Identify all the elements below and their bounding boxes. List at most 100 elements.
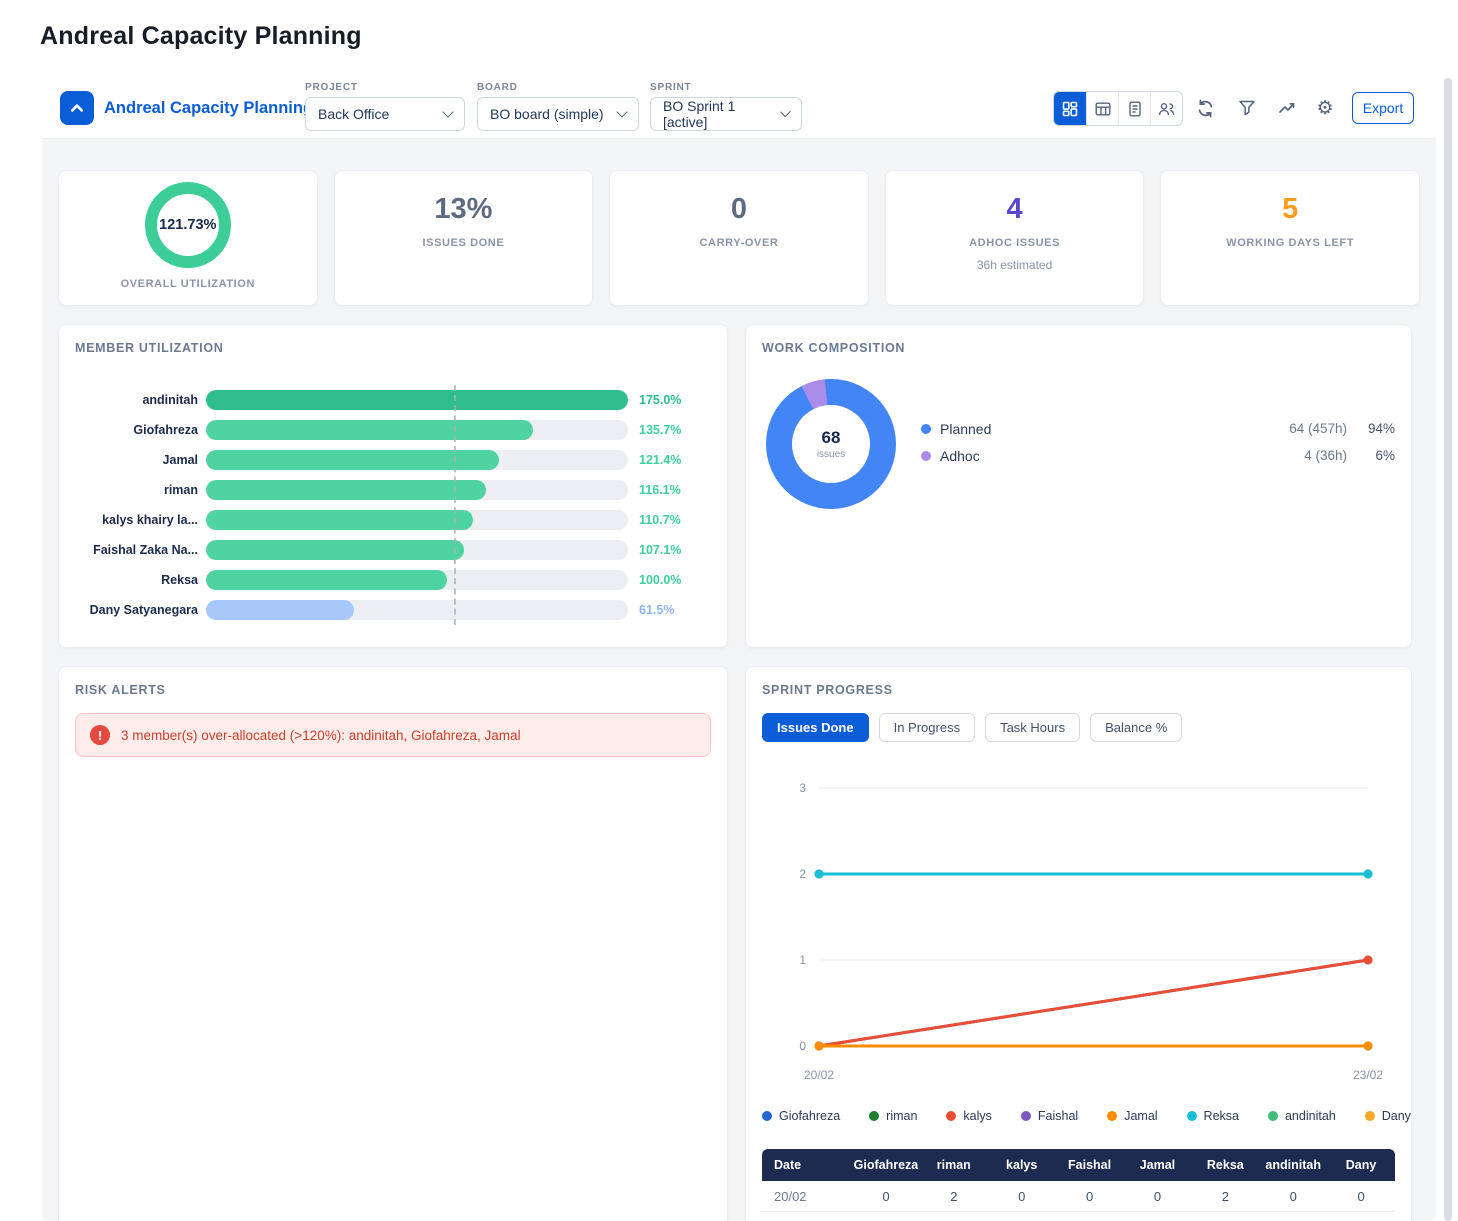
sprint-progress-line-chart: 012320/0223/02 bbox=[762, 767, 1397, 1097]
series-point-Reksa bbox=[1364, 870, 1373, 879]
table-header-cell: Faishal bbox=[1056, 1158, 1124, 1172]
utilization-bar-fill bbox=[206, 390, 628, 410]
utilization-bar-track bbox=[206, 510, 628, 530]
sprint-progress-table: DateGiofahrezarimankalysFaishalJamalReks… bbox=[762, 1149, 1395, 1221]
sprint-label: SPRINT bbox=[650, 82, 802, 93]
adhoc-percent: 6% bbox=[1347, 448, 1395, 463]
chevron-down-icon bbox=[616, 106, 627, 117]
legend-dot-icon bbox=[1107, 1111, 1117, 1121]
tab-balance-[interactable]: Balance % bbox=[1090, 713, 1182, 742]
utilization-value-label: 100.0% bbox=[639, 573, 681, 587]
sprint-select[interactable]: BO Sprint 1 [active] bbox=[650, 97, 802, 131]
working-days-left-label: WORKING DAYS LEFT bbox=[1226, 237, 1354, 249]
table-cell: 0 bbox=[1124, 1189, 1192, 1204]
project-select-value: Back Office bbox=[318, 106, 389, 122]
board-select[interactable]: BO board (simple) bbox=[477, 97, 639, 131]
legend-dot-icon bbox=[869, 1111, 879, 1121]
utilization-bar-fill bbox=[206, 510, 473, 530]
table-header-cell: Giofahreza bbox=[852, 1158, 920, 1172]
work-composition-legend: Planned 64 (457h) 94% Adhoc 4 (36h) 6% bbox=[921, 415, 1395, 469]
dashboard-page: Andreal Capacity Planning Andreal Capaci… bbox=[0, 0, 1458, 1221]
utilization-value-label: 61.5% bbox=[639, 603, 674, 617]
work-composition-donut: 68 issues bbox=[766, 379, 896, 509]
adhoc-issues-value: 4 bbox=[1007, 193, 1023, 226]
svg-text:20/02: 20/02 bbox=[804, 1068, 834, 1082]
legend-name: Giofahreza bbox=[779, 1109, 840, 1123]
vertical-scrollbar[interactable] bbox=[1444, 78, 1452, 1221]
carry-over-value: 0 bbox=[731, 193, 747, 226]
risk-alerts-card: RISK ALERTS ! 3 member(s) over-allocated… bbox=[58, 666, 728, 1221]
legend-dot-icon bbox=[1187, 1111, 1197, 1121]
utilization-row: kalys khairy la...110.7% bbox=[59, 505, 727, 535]
member-name-label: kalys khairy la... bbox=[59, 513, 206, 527]
dashboard-view-button[interactable] bbox=[1054, 92, 1086, 125]
work-composition-card: WORK COMPOSITION 68 issues Planned 64 (4… bbox=[745, 324, 1412, 648]
legend-item-riman: riman bbox=[869, 1109, 917, 1123]
carry-over-label: CARRY-OVER bbox=[700, 237, 779, 249]
toolbar: Andreal Capacity Planning PROJECT Back O… bbox=[42, 78, 1436, 139]
legend-name: andinitah bbox=[1285, 1109, 1336, 1123]
table-cell: 0 bbox=[1259, 1189, 1327, 1204]
tab-task-hours[interactable]: Task Hours bbox=[985, 713, 1080, 742]
filter-icon[interactable] bbox=[1233, 94, 1261, 122]
table-view-button[interactable] bbox=[1086, 92, 1118, 125]
legend-name: Faishal bbox=[1038, 1109, 1078, 1123]
utilization-bar-track bbox=[206, 480, 628, 500]
table-cell: 0 bbox=[852, 1189, 920, 1204]
over-allocation-alert: ! 3 member(s) over-allocated (>120%): an… bbox=[75, 713, 711, 757]
legend-row-adhoc: Adhoc 4 (36h) 6% bbox=[921, 442, 1395, 469]
legend-item-Giofahreza: Giofahreza bbox=[762, 1109, 840, 1123]
table-cell: 0 bbox=[988, 1189, 1056, 1204]
member-utilization-card: MEMBER UTILIZATION andinitah175.0%Giofah… bbox=[58, 324, 728, 648]
dashboard-container: Andreal Capacity Planning PROJECT Back O… bbox=[42, 78, 1436, 1221]
tab-issues-done[interactable]: Issues Done bbox=[762, 713, 869, 742]
legend-dot-icon bbox=[946, 1111, 956, 1121]
svg-text:1: 1 bbox=[799, 953, 806, 967]
utilization-bar-track bbox=[206, 600, 628, 620]
planned-label: Planned bbox=[940, 421, 991, 437]
legend-name: Dany bbox=[1382, 1109, 1411, 1123]
refresh-icon[interactable] bbox=[1191, 94, 1219, 122]
view-switcher bbox=[1053, 91, 1183, 126]
utilization-bar-fill bbox=[206, 600, 354, 620]
member-name-label: Giofahreza bbox=[59, 423, 206, 437]
legend-name: kalys bbox=[963, 1109, 991, 1123]
legend-dot-icon bbox=[1268, 1111, 1278, 1121]
threshold-line-100 bbox=[454, 385, 456, 625]
utilization-value-label: 135.7% bbox=[639, 423, 681, 437]
svg-text:3: 3 bbox=[799, 781, 806, 795]
export-button[interactable]: Export bbox=[1352, 92, 1414, 124]
legend-name: Jamal bbox=[1124, 1109, 1157, 1123]
member-name-label: Reksa bbox=[59, 573, 206, 587]
utilization-bar-fill bbox=[206, 540, 464, 560]
kpi-adhoc-issues: 4 ADHOC ISSUES 36h estimated bbox=[885, 170, 1145, 306]
report-view-button[interactable] bbox=[1118, 92, 1150, 125]
utilization-row: Jamal121.4% bbox=[59, 445, 727, 475]
legend-name: Reksa bbox=[1204, 1109, 1239, 1123]
utilization-donut: 121.73% bbox=[145, 182, 231, 268]
kpi-issues-done: 13% ISSUES DONE bbox=[334, 170, 594, 306]
app-logo-icon bbox=[60, 91, 94, 125]
risk-alerts-title: RISK ALERTS bbox=[75, 683, 166, 697]
utilization-value-label: 107.1% bbox=[639, 543, 681, 557]
table-cell: 0 bbox=[1056, 1189, 1124, 1204]
sprint-progress-card: SPRINT PROGRESS Issues DoneIn ProgressTa… bbox=[745, 666, 1412, 1221]
trend-icon[interactable] bbox=[1273, 94, 1301, 122]
legend-dot-icon bbox=[762, 1111, 772, 1121]
table-header-cell: kalys bbox=[988, 1158, 1056, 1172]
table-header-cell: Dany bbox=[1327, 1158, 1395, 1172]
utilization-value-label: 175.0% bbox=[639, 393, 681, 407]
utilization-row: Dany Satyanegara61.5% bbox=[59, 595, 727, 625]
table-header-row: DateGiofahrezarimankalysFaishalJamalReks… bbox=[762, 1149, 1395, 1181]
members-view-button[interactable] bbox=[1150, 92, 1182, 125]
project-select[interactable]: Back Office bbox=[305, 97, 465, 131]
table-header-cell: Reksa bbox=[1191, 1158, 1259, 1172]
settings-gear-icon[interactable]: ⚙ bbox=[1311, 94, 1339, 122]
series-point-Jamal bbox=[1364, 1042, 1373, 1051]
total-issues-value: 68 bbox=[822, 428, 841, 448]
member-utilization-title: MEMBER UTILIZATION bbox=[75, 341, 223, 355]
utilization-bar-track bbox=[206, 420, 628, 440]
tab-in-progress[interactable]: In Progress bbox=[879, 713, 975, 742]
legend-dot-icon bbox=[1365, 1111, 1375, 1121]
utilization-row: Faishal Zaka Na...107.1% bbox=[59, 535, 727, 565]
